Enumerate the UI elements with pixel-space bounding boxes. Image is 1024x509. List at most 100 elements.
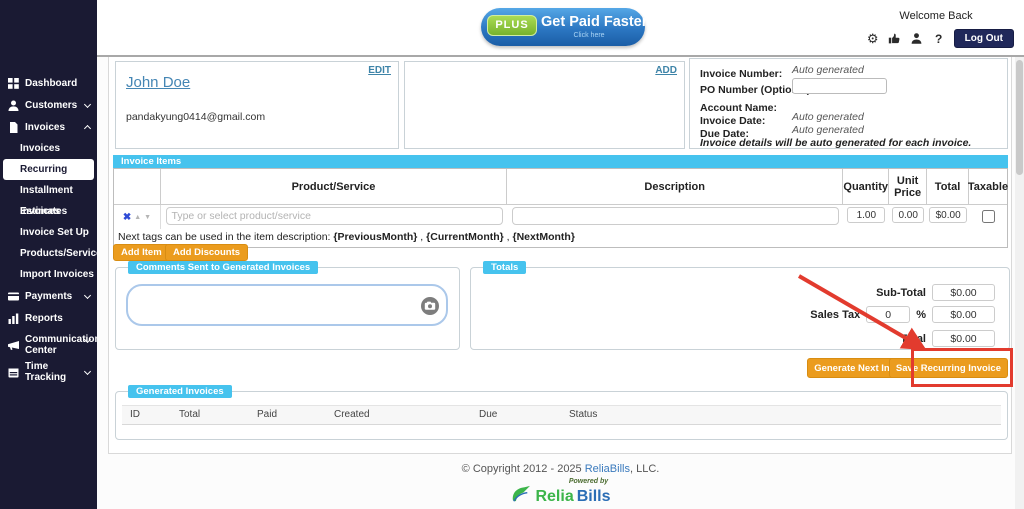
generated-invoices-table-header: ID Total Paid Created Due Status xyxy=(122,405,1001,425)
sidebar-item-estimates[interactable]: Estimates xyxy=(0,201,97,222)
column-description: Description xyxy=(507,169,843,204)
customer-name-link[interactable]: John Doe xyxy=(126,74,190,91)
settings-gear-icon[interactable]: ⚙ xyxy=(866,32,880,46)
sales-tax-rate-input[interactable] xyxy=(866,306,910,323)
banner-click-here[interactable]: Click here xyxy=(541,32,637,39)
copyright-line: © Copyright 2012 - 2025 ReliaBills, LLC. xyxy=(97,463,1024,475)
invoices-icon xyxy=(8,121,20,133)
total-input[interactable] xyxy=(929,207,967,223)
topbar-right: Welcome Back ⚙ ? Log Out xyxy=(856,10,1016,48)
dashboard-icon xyxy=(8,77,20,89)
due-date-value: Auto generated xyxy=(792,124,864,136)
invoice-details-box: Invoice Number: Auto generated PO Number… xyxy=(689,58,1008,149)
sidebar-item-label: Invoices xyxy=(25,122,65,133)
sales-tax-amount-input[interactable] xyxy=(932,306,995,323)
sidebar-item-label: Reports xyxy=(25,313,63,324)
sidebar-item-communication-center[interactable]: Communication Center xyxy=(0,329,97,361)
welcome-text: Welcome Back xyxy=(856,10,1016,22)
auto-generated-note: Invoice details will be auto generated f… xyxy=(700,137,971,149)
reports-icon xyxy=(8,312,20,324)
vertical-scrollbar-thumb[interactable] xyxy=(1016,60,1023,175)
subtotal-input[interactable] xyxy=(932,284,995,301)
megaphone-icon xyxy=(8,339,20,351)
chevron-down-icon xyxy=(84,101,91,108)
column-unit-price: Unit Price xyxy=(889,169,927,204)
customer-email: pandakyung0414@gmail.com xyxy=(126,111,265,123)
comments-fieldset: Comments Sent to Generated Invoices xyxy=(115,267,460,350)
sidebar-nav: Dashboard Customers Invoices Invoices Re… xyxy=(0,0,97,383)
reliabills-logo: ReliaBills xyxy=(97,485,1024,508)
invoice-items-title: Invoice Items xyxy=(113,155,1008,168)
gi-column-id: ID xyxy=(130,409,140,420)
gi-column-created: Created xyxy=(334,409,370,420)
subtotal-label: Sub-Total xyxy=(876,287,926,299)
tag-next-month: {NextMonth} xyxy=(513,231,575,243)
edit-customer-link[interactable]: EDIT xyxy=(368,65,391,76)
log-out-button[interactable]: Log Out xyxy=(954,29,1014,48)
annotation-highlight-rect xyxy=(911,348,1013,387)
sidebar-item-invoices[interactable]: Invoices xyxy=(0,116,97,138)
sidebar-item-dashboard[interactable]: Dashboard xyxy=(0,72,97,94)
product-service-input[interactable] xyxy=(166,207,503,225)
comments-input[interactable] xyxy=(136,290,416,320)
po-number-input[interactable] xyxy=(792,78,887,94)
grand-total-input[interactable] xyxy=(932,330,995,347)
gi-column-paid: Paid xyxy=(257,409,277,420)
sidebar-item-label: Time Tracking xyxy=(25,361,83,383)
camera-icon[interactable] xyxy=(421,297,439,315)
generated-invoices-fieldset: Generated Invoices ID Total Paid Created… xyxy=(115,391,1008,440)
invoice-item-row: ✖ ▲ ▼ xyxy=(114,205,1007,229)
column-product-service: Product/Service xyxy=(161,169,507,204)
sidebar-item-reports[interactable]: Reports xyxy=(0,307,97,329)
powered-by-text: Powered by xyxy=(97,478,1024,485)
sidebar-item-payments[interactable]: Payments xyxy=(0,285,97,307)
invoice-number-value: Auto generated xyxy=(792,64,864,76)
payments-icon xyxy=(8,290,20,302)
tag-current-month: {CurrentMonth} xyxy=(426,231,504,243)
add-discounts-button[interactable]: Add Discounts xyxy=(165,244,248,261)
reliabills-footer-link[interactable]: ReliaBills xyxy=(585,463,630,475)
user-icon[interactable] xyxy=(910,32,924,46)
add-link[interactable]: ADD xyxy=(655,65,677,76)
tag-previous-month: {PreviousMonth} xyxy=(333,231,417,243)
sidebar: Dashboard Customers Invoices Invoices Re… xyxy=(0,0,97,509)
reliabills-app: Dashboard Customers Invoices Invoices Re… xyxy=(0,0,1024,509)
logo-bills-text: Bills xyxy=(577,488,611,506)
invoice-items-table-header: Product/Service Description Quantity Uni… xyxy=(114,169,1007,205)
sidebar-item-invoice-set-up[interactable]: Invoice Set Up xyxy=(0,222,97,243)
reliabills-logo-icon xyxy=(510,485,532,508)
sidebar-item-invoices-list[interactable]: Invoices xyxy=(0,138,97,159)
sidebar-item-products-services[interactable]: Products/Services xyxy=(0,243,97,264)
generated-invoices-legend: Generated Invoices xyxy=(128,385,232,398)
sidebar-item-label: Dashboard xyxy=(25,78,77,89)
invoices-submenu: Invoices Recurring Invoices Installment … xyxy=(0,138,97,285)
sidebar-item-label: Communication Center xyxy=(25,334,87,356)
move-down-icon[interactable]: ▼ xyxy=(144,214,151,221)
customer-box: EDIT John Doe pandakyung0414@gmail.com xyxy=(115,61,399,149)
taxable-checkbox[interactable] xyxy=(982,210,995,223)
help-icon[interactable]: ? xyxy=(932,32,946,46)
move-up-icon[interactable]: ▲ xyxy=(134,214,141,221)
sales-tax-label: Sales Tax xyxy=(810,309,860,321)
add-item-button[interactable]: Add Item xyxy=(113,244,170,261)
description-input[interactable] xyxy=(512,207,839,225)
sidebar-item-label: Customers xyxy=(25,100,77,111)
sidebar-item-time-tracking[interactable]: Time Tracking xyxy=(0,361,97,383)
gi-column-status: Status xyxy=(569,409,597,420)
sidebar-item-label: Payments xyxy=(25,291,72,302)
thumbs-up-icon[interactable] xyxy=(888,32,902,46)
quantity-input[interactable] xyxy=(847,207,885,223)
delete-row-icon[interactable]: ✖ xyxy=(123,212,131,223)
column-taxable: Taxable xyxy=(969,169,1007,204)
totals-fieldset: Totals Sub-Total Sales Tax % Total xyxy=(470,267,1010,350)
gi-column-due: Due xyxy=(479,409,497,420)
invoice-items-header-bar: Invoice Items xyxy=(113,155,1008,168)
unit-price-input[interactable] xyxy=(892,207,924,223)
sidebar-item-import-invoices[interactable]: Import Invoices xyxy=(0,264,97,285)
column-total: Total xyxy=(927,169,969,204)
sidebar-item-installment-invoices[interactable]: Installment Invoices xyxy=(0,180,97,201)
banner-title: Get Paid Faster! xyxy=(541,14,652,30)
sidebar-item-customers[interactable]: Customers xyxy=(0,94,97,116)
sidebar-item-recurring-invoices[interactable]: Recurring Invoices xyxy=(3,159,94,180)
get-paid-faster-banner[interactable]: PLUS Get Paid Faster! Click here xyxy=(481,8,645,46)
